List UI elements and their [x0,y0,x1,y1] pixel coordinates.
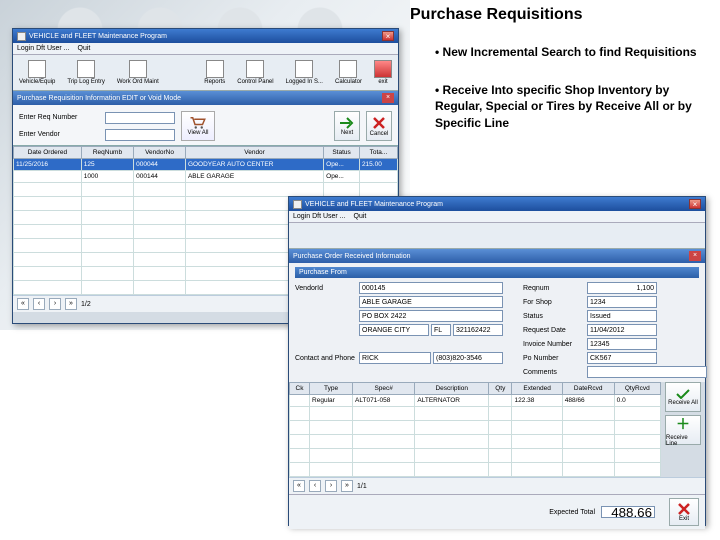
search-form: Enter Req Number View All Next Cancel En… [13,105,398,145]
pager-next-icon[interactable]: › [49,298,61,310]
menu-quit[interactable]: Quit [78,45,91,52]
window-title: VEHICLE and FLEET Maintenance Program [305,201,443,208]
pager-first-icon[interactable]: « [293,480,305,492]
x-icon [372,116,386,130]
pager-prev-icon[interactable]: ‹ [33,298,45,310]
label-forshop: For Shop [523,299,583,306]
menubar: Login Dft User ... Quit [13,43,398,55]
titlebar[interactable]: VEHICLE and FLEET Maintenance Program × [289,197,705,211]
menu-login[interactable]: Login Dft User ... [293,213,346,220]
panel-close-icon[interactable]: × [689,251,701,261]
table-row[interactable]: 11/25/2016125000044GOODYEAR AUTO CENTERO… [14,159,398,171]
field-contact[interactable] [359,352,431,364]
field-reqnum [587,282,657,294]
label-reqdate: Request Date [523,327,583,334]
tb-control[interactable]: Control Panel [237,60,273,85]
app-icon [293,200,302,209]
vendor-state[interactable] [431,324,451,336]
window-po-received: VEHICLE and FLEET Maintenance Program × … [288,196,706,526]
cancel-button[interactable]: Cancel [366,111,392,141]
pager-first-icon[interactable]: « [17,298,29,310]
section-title: Purchase From [295,267,699,278]
panel-title: Purchase Requisition Information EDIT or… [13,91,398,105]
x-icon [677,502,691,516]
pager-last-icon[interactable]: » [65,298,77,310]
label-contact: Contact and Phone [295,355,355,362]
bullet-1: • New Incremental Search to find Requisi… [435,44,705,60]
pager-status: 1/2 [81,301,91,308]
field-forshop[interactable] [587,296,657,308]
toolbar: Vehicle/Equip Trip Log Entry Work Ord Ma… [13,55,398,91]
feature-bullets: • New Incremental Search to find Requisi… [435,44,705,153]
close-icon[interactable]: × [689,199,701,209]
label-status: Status [523,313,583,320]
titlebar[interactable]: VEHICLE and FLEET Maintenance Program × [13,29,398,43]
table-row[interactable]: RegularALT071-058ALTERNATOR122.38488/660… [290,395,661,407]
table-row[interactable]: 1000000144ABLE GARAGEOpe... [14,171,398,183]
arrow-right-icon [339,117,355,129]
field-comments[interactable] [587,366,707,378]
tb-workord[interactable]: Work Ord Maint [117,60,159,85]
window-title: VEHICLE and FLEET Maintenance Program [29,33,167,40]
viewall-button[interactable]: View All [181,111,215,141]
label-vendorid: VendorId [295,285,355,292]
input-vendorid[interactable] [359,282,503,294]
tb-exit[interactable]: exit [374,60,392,85]
page-title: Purchase Requisitions [410,6,583,24]
menubar: Login Dft User ... Quit [289,211,705,223]
vendor-zip[interactable] [453,324,503,336]
field-pono[interactable] [587,352,657,364]
receive-buttons: Receive All ＋ Receive Line [665,382,701,445]
vendor-addr1[interactable] [359,310,503,322]
panel-title: Purchase Order Received Information× [289,249,705,263]
vendor-city[interactable] [359,324,429,336]
field-reqdate[interactable] [587,324,657,336]
vendor-name[interactable] [359,296,503,308]
lines-grid[interactable]: CkTypeSpec#DescriptionQtyExtendedDateRcv… [289,382,661,477]
menu-quit[interactable]: Quit [354,213,367,220]
toolbar [289,223,705,249]
tb-reports[interactable]: Reports [204,60,225,85]
tb-logged[interactable]: Logged In S... [286,60,323,85]
po-header-form: Purchase From VendorId Reqnum For Shop S… [289,263,705,382]
menu-login[interactable]: Login Dft User ... [17,45,70,52]
field-status [587,310,657,322]
next-button[interactable]: Next [334,111,360,141]
pager-next-icon[interactable]: › [325,480,337,492]
input-vendor[interactable] [105,129,175,141]
pager-status: 1/1 [357,483,367,490]
grid-header: CkTypeSpec#DescriptionQtyExtendedDateRcv… [290,383,661,395]
tb-triplog[interactable]: Trip Log Entry [67,60,104,85]
label-comments: Comments [523,369,583,376]
label-invno: Invoice Number [523,341,583,348]
label-reqnum: Reqnum [523,285,583,292]
pager: « ‹ › » 1/1 [289,477,705,494]
footer: Expected Total Exit [289,494,705,529]
panel-close-icon[interactable]: × [382,93,394,103]
label-reqnum: Enter Req Number [19,114,99,121]
bullet-2: • Receive Into specific Shop Inventory b… [435,82,705,131]
app-icon [17,32,26,41]
field-invno[interactable] [587,338,657,350]
receive-all-button[interactable]: Receive All [665,382,701,412]
receive-line-button[interactable]: ＋ Receive Line [665,415,701,445]
input-reqnum[interactable] [105,112,175,124]
pager-last-icon[interactable]: » [341,480,353,492]
field-expected-total [601,506,655,518]
tb-vehicle[interactable]: Vehicle/Equip [19,60,55,85]
cart-icon [189,116,207,130]
pager-prev-icon[interactable]: ‹ [309,480,321,492]
plus-icon: ＋ [676,414,690,434]
grid-header: Date OrderedReqNumbVendorNoVendorStatusT… [14,147,398,159]
tb-calc[interactable]: Calculator [335,60,362,85]
label-expected-total: Expected Total [549,509,595,516]
field-phone[interactable] [433,352,503,364]
label-pono: Po Number [523,355,583,362]
exit-button[interactable]: Exit [669,498,699,526]
label-vendor: Enter Vendor [19,131,99,138]
check-icon [676,389,690,399]
close-icon[interactable]: × [382,31,394,41]
